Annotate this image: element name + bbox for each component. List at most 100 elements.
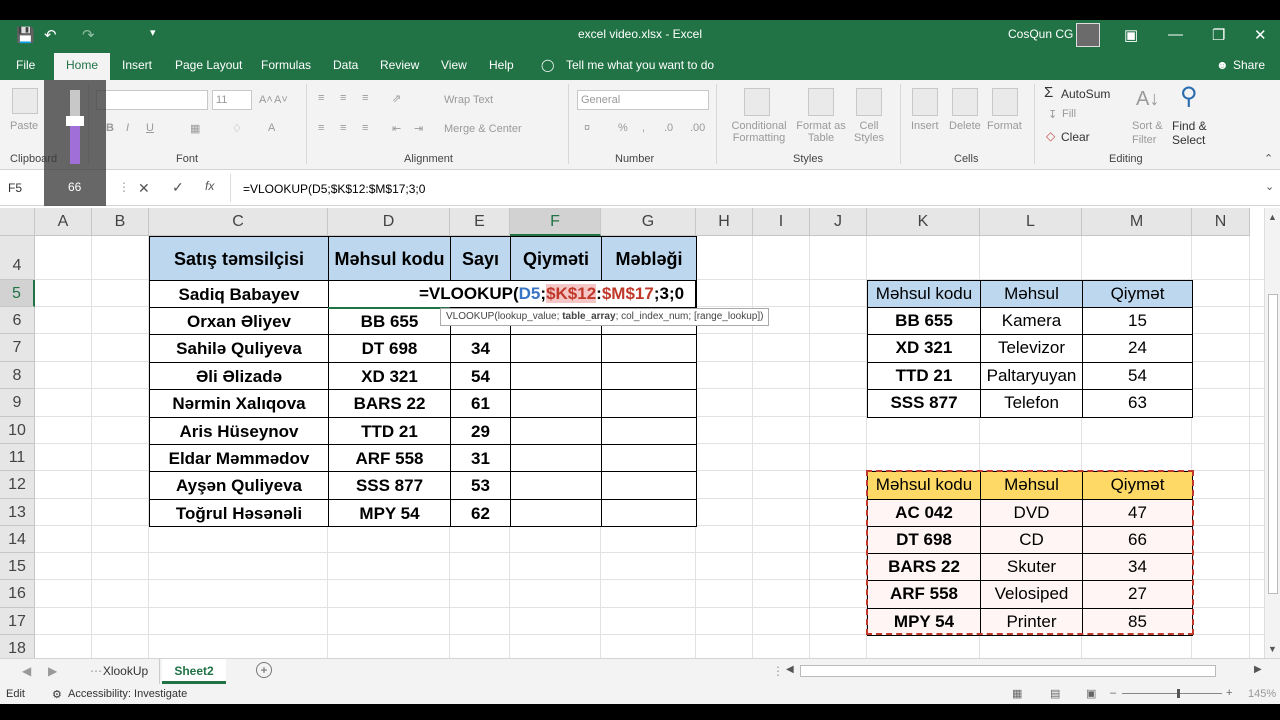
orientation-icon[interactable]: ⇗ <box>392 92 401 105</box>
page-break-view-icon[interactable]: ▣ <box>1086 687 1096 700</box>
align-bottom-icon[interactable]: ≡ <box>362 92 368 104</box>
table-cell[interactable]: ARF 558 <box>328 444 451 472</box>
tooltip-part[interactable]: col_index_num <box>621 311 688 322</box>
delete-cells-icon[interactable] <box>952 88 978 116</box>
column-header-m[interactable]: M <box>1082 208 1192 236</box>
table-cell[interactable] <box>510 471 602 500</box>
lookup1-cell[interactable]: 24 <box>1082 334 1193 363</box>
column-header-a[interactable]: A <box>35 208 92 236</box>
ribbon-display-icon[interactable]: ▣ <box>1124 26 1138 44</box>
table-cell[interactable]: 54 <box>450 362 511 390</box>
bold-icon[interactable]: B <box>106 122 114 134</box>
row-header-8[interactable]: 8 <box>0 362 35 389</box>
column-header-g[interactable]: G <box>601 208 696 236</box>
table-cell[interactable] <box>510 499 602 527</box>
next-sheet-icon[interactable]: ▶ <box>48 664 57 678</box>
table-cell[interactable]: BARS 22 <box>328 389 451 418</box>
tab-file[interactable]: File <box>16 58 35 72</box>
row-header-17[interactable]: 17 <box>0 608 35 635</box>
lookup1-header-cell[interactable]: Qiymət <box>1082 280 1193 308</box>
lookup1-cell[interactable]: BB 655 <box>867 307 981 335</box>
format-as-table-button[interactable]: Format as Table <box>794 120 848 144</box>
column-header-k[interactable]: K <box>867 208 980 236</box>
sheet-tab-xlookup[interactable]: XlookUp <box>92 659 160 684</box>
comma-icon[interactable]: , <box>642 122 645 134</box>
table-cell[interactable]: 34 <box>450 334 511 363</box>
table-cell[interactable] <box>601 334 697 363</box>
page-layout-view-icon[interactable]: ▤ <box>1050 687 1060 700</box>
worksheet-grid[interactable]: ABCDEFGHIJKLMN 4 5 6 7 8 9 10 11 12 13 14 15 16 17 18 … <box>0 208 1264 658</box>
lookup1-cell[interactable]: Televizor <box>980 334 1083 363</box>
table-cell[interactable] <box>601 417 697 445</box>
lookup1-cell[interactable]: 63 <box>1082 389 1193 418</box>
table-cell[interactable]: Aris Hüseynov <box>149 417 329 445</box>
lookup1-cell[interactable]: TTD 21 <box>867 362 981 390</box>
table-header-cell[interactable]: Sayı <box>450 236 511 281</box>
scroll-left-icon[interactable]: ◀ <box>786 664 794 675</box>
align-center-icon[interactable]: ≡ <box>340 122 346 134</box>
sort-filter-button[interactable]: Sort & Filter <box>1132 119 1163 147</box>
vertical-scroll-thumb[interactable] <box>1268 294 1278 594</box>
tab-page-layout[interactable]: Page Layout <box>175 58 242 72</box>
underline-icon[interactable]: U <box>146 122 154 134</box>
column-header-b[interactable]: B <box>92 208 149 236</box>
column-header-i[interactable]: I <box>753 208 810 236</box>
share-button[interactable]: Share <box>1233 58 1265 72</box>
tabs-splitter-icon[interactable]: ⋮ <box>772 664 784 678</box>
table-cell[interactable]: Toğrul Həsənəli <box>149 499 329 527</box>
lookup1-cell[interactable]: 15 <box>1082 307 1193 335</box>
lookup1-cell[interactable]: XD 321 <box>867 334 981 363</box>
find-select-icon[interactable]: ⚲ <box>1180 82 1198 111</box>
tab-home[interactable]: Home <box>54 53 111 80</box>
horizontal-scroll-thumb[interactable] <box>800 665 1216 677</box>
tab-insert[interactable]: Insert <box>122 58 152 72</box>
tell-me-search[interactable]: Tell me what you want to do <box>566 58 714 72</box>
column-header-f[interactable]: F <box>510 208 601 236</box>
table-cell[interactable]: Ayşən Quliyeva <box>149 471 329 500</box>
tooltip-part[interactable]: [range_lookup] <box>694 311 760 322</box>
tab-help[interactable]: Help <box>489 58 514 72</box>
user-name[interactable]: CosQun CG <box>1008 27 1073 41</box>
column-header-c[interactable]: C <box>149 208 328 236</box>
table-cell[interactable]: MPY 54 <box>328 499 451 527</box>
add-sheet-icon[interactable]: + <box>256 662 272 678</box>
tab-data[interactable]: Data <box>333 58 358 72</box>
lookup1-cell[interactable]: Paltaryuyan <box>980 362 1083 390</box>
table-header-cell[interactable]: Qiyməti <box>510 236 602 281</box>
format-cells-button[interactable]: Format <box>987 120 1022 132</box>
merge-center-button[interactable]: Merge & Center <box>444 123 522 135</box>
tab-view[interactable]: View <box>441 58 467 72</box>
close-icon[interactable]: ✕ <box>1254 26 1267 44</box>
insert-cells-button[interactable]: Insert <box>911 120 939 132</box>
table-cell[interactable] <box>510 417 602 445</box>
row-header-18[interactable]: 18 <box>0 635 35 658</box>
scroll-down-icon[interactable]: ▼ <box>1268 644 1277 654</box>
lookup1-cell[interactable]: Telefon <box>980 389 1083 418</box>
avatar[interactable] <box>1076 23 1100 47</box>
sheet-tab-sheet2[interactable]: Sheet2 <box>162 659 226 684</box>
scroll-right-icon[interactable]: ▶ <box>1254 664 1262 675</box>
tooltip-part[interactable]: lookup_value <box>498 311 557 322</box>
autosum-button[interactable]: AutoSum <box>1061 87 1110 101</box>
table-header-cell[interactable]: Satış təmsilçisi <box>149 236 329 281</box>
minimize-icon[interactable]: — <box>1168 26 1183 43</box>
zoom-slider-thumb[interactable] <box>1177 689 1180 698</box>
zoom-slider[interactable] <box>1122 693 1222 694</box>
row-header-10[interactable]: 10 <box>0 417 35 444</box>
table-cell[interactable] <box>510 444 602 472</box>
table-cell[interactable]: 61 <box>450 389 511 418</box>
expand-formula-bar-icon[interactable]: ⌄ <box>1265 180 1274 193</box>
cancel-icon[interactable]: ✕ <box>138 180 150 197</box>
tab-review[interactable]: Review <box>380 58 419 72</box>
clear-button[interactable]: Clear <box>1061 130 1090 144</box>
table-cell[interactable]: Eldar Məmmədov <box>149 444 329 472</box>
table-cell[interactable]: 29 <box>450 417 511 445</box>
table-cell[interactable]: SSS 877 <box>328 471 451 500</box>
font-name-select[interactable] <box>96 90 208 110</box>
wrap-text-button[interactable]: Wrap Text <box>444 94 493 106</box>
delete-cells-button[interactable]: Delete <box>949 120 981 132</box>
table-cell[interactable] <box>601 362 697 390</box>
table-cell[interactable] <box>601 389 697 418</box>
currency-icon[interactable]: ¤ <box>584 122 590 134</box>
column-header-j[interactable]: J <box>810 208 867 236</box>
